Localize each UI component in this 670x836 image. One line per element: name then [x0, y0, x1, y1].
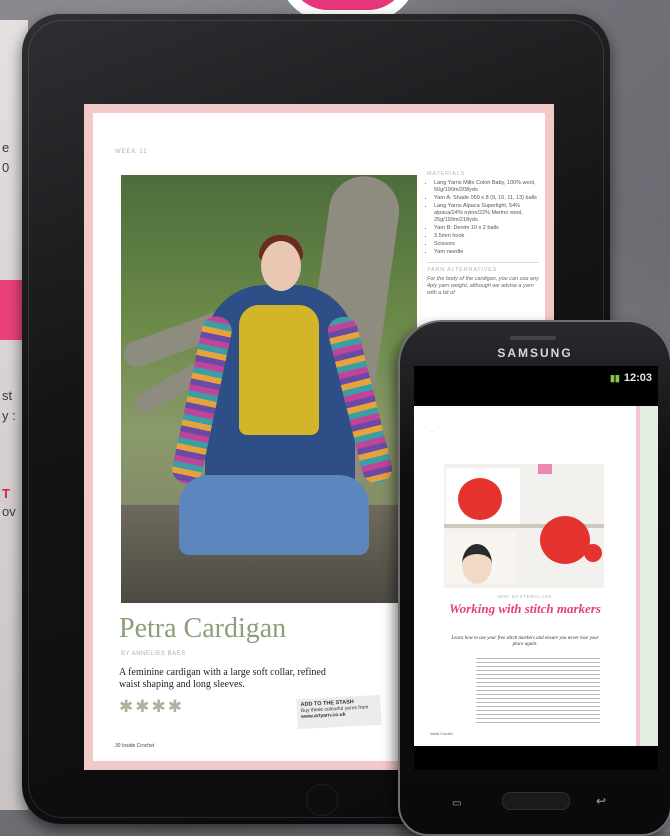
ribbon-bow	[538, 464, 552, 474]
status-time: 12:03	[623, 372, 652, 384]
background-text-fragment: e	[2, 140, 10, 155]
phone-screen[interactable]: ▮▮ 12:03 — MINI MASTERCLASS Working with …	[414, 366, 658, 770]
materials-item: 3.5mm hook	[434, 233, 539, 240]
signal-battery-icon: ▮▮	[609, 373, 620, 383]
back-icon[interactable]: ↩	[596, 794, 606, 808]
materials-item: Yarn needle	[434, 249, 539, 256]
tablet-home-button[interactable]	[306, 784, 338, 816]
phone-brand: SAMSUNG	[497, 346, 573, 360]
materials-heading: MATERIALS	[427, 171, 465, 177]
apple-toy	[458, 478, 502, 520]
article-subtitle: Learn how to use your free stitch marker…	[451, 636, 599, 647]
background-text-fragment: 0	[2, 160, 10, 175]
apple-toy	[584, 544, 602, 562]
materials-item: Yarn A: Shade 050 x 8 (9, 10, 11, 13) ba…	[434, 195, 539, 202]
phone-running-head: —	[430, 428, 435, 433]
materials-panel: MATERIALS Lang Yarns Mille Colori Baby, …	[427, 171, 539, 297]
divider	[427, 262, 539, 263]
materials-item: Scissors	[434, 241, 539, 248]
section-label: MINI MASTERCLASS	[498, 594, 552, 599]
page-folio: 30 Inside Crochet	[115, 743, 155, 749]
background-text-fragment: y :	[2, 408, 16, 423]
article-title: Working with stitch markers	[449, 601, 601, 616]
background-text-fragment: st	[2, 388, 13, 403]
yellow-top	[239, 305, 319, 435]
phone-device: SAMSUNG ▮▮ 12:03 — MINI MASTERCLASS Worki…	[398, 320, 670, 836]
yarn-alternatives-heading: YARN ALTERNATIVES	[427, 267, 498, 273]
phone-magazine-page: — MINI MASTERCLASS Working with stitch m…	[414, 406, 658, 746]
materials-item: Yarn B: Denim 10 x 2 balls	[434, 225, 539, 232]
page-edge-green	[640, 406, 658, 746]
apple-toys-photo	[444, 464, 604, 588]
difficulty-rating: ✱✱✱✱	[119, 697, 184, 716]
yarn-alternatives-text: For the body of the cardigan, you can us…	[427, 276, 539, 296]
apple-toy	[540, 516, 590, 564]
stash-note: ADD TO THE STASH Buy these colourful yar…	[296, 694, 382, 730]
materials-list: Lang Yarns Mille Colori Baby, 100% wool,…	[427, 180, 539, 256]
materials-item: Lang Yarns Alpaca Superlight, 54% alpaca…	[434, 203, 539, 224]
phone-home-button[interactable]	[502, 792, 570, 810]
background-text-fragment: T	[2, 486, 10, 501]
running-head: WEEK 11	[115, 149, 148, 155]
article-body-text	[476, 658, 600, 724]
model-face	[261, 241, 301, 291]
cardigan-photo	[121, 175, 417, 603]
doll-toy	[462, 544, 492, 584]
phone-speaker	[510, 336, 556, 340]
menu-icon[interactable]: ▭	[452, 798, 461, 809]
status-bar: ▮▮ 12:03	[610, 372, 652, 384]
background-text-fragment: ov	[2, 504, 16, 519]
pattern-description: A feminine cardigan with a large soft co…	[119, 667, 326, 690]
phone-page-folio: Inside Crochet	[430, 732, 453, 736]
pattern-title: Petra Cardigan	[119, 613, 287, 644]
jeans	[179, 475, 369, 555]
materials-item: Lang Yarns Mille Colori Baby, 100% wool,…	[434, 180, 539, 194]
pattern-byline: BY ANNELIES BAES	[121, 651, 186, 657]
